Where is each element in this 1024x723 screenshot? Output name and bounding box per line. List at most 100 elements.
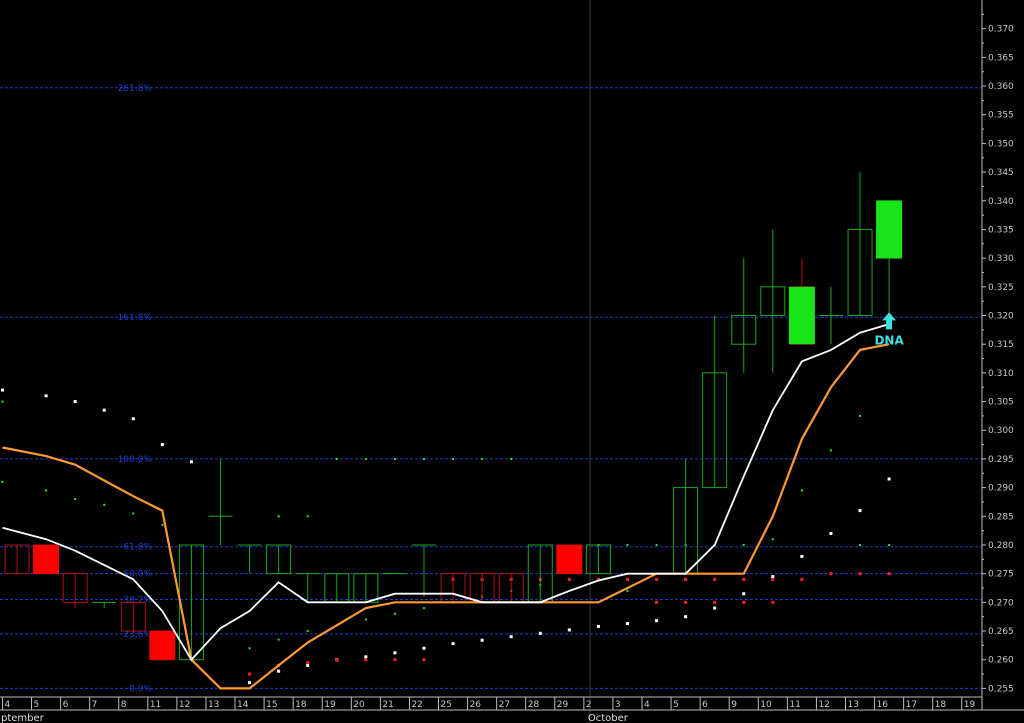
dot-white [160,443,164,447]
y-tick-label: 0.345 [988,168,1014,178]
dot-white [306,663,310,667]
x-tick-label: 21 [382,700,393,710]
x-tick-label: 26 [470,700,482,710]
dot-white [567,628,571,632]
y-tick-label: 0.365 [988,53,1014,63]
dot-white [596,624,600,628]
x-tick-label: 12 [818,700,829,710]
candle-highlight [876,200,903,259]
dot-red [393,658,397,662]
dot-red [306,661,310,665]
dot-green [335,457,338,460]
dot-red [364,658,368,662]
dot-green [1,480,4,483]
y-tick-label: 0.340 [988,197,1014,207]
dot-green [742,543,745,546]
fib-label: 100.0% [118,455,153,465]
dot-red [742,577,746,581]
dot-red [335,658,339,662]
dot-green [481,457,484,460]
candle-highlight [556,544,583,574]
y-tick-label: 0.320 [988,312,1014,322]
x-tick-label: 5 [673,700,679,710]
fib-label: 261.8% [118,84,153,94]
chart-background [0,0,1024,723]
dot-green [393,457,396,460]
dot-green [277,515,280,518]
x-tick-label: 8 [121,700,127,710]
dot-green [74,498,77,501]
x-tick-label: 12 [179,700,190,710]
dot-red [800,577,804,581]
x-tick-label: 4 [4,700,10,710]
y-tick-label: 0.255 [988,684,1014,694]
dot-white [189,460,193,464]
dot-green [364,457,367,460]
dna-label: DNA [874,333,904,347]
dot-red [422,658,426,662]
dot-red [829,572,833,576]
y-tick-label: 0.370 [988,25,1014,35]
candle-highlight [788,286,815,345]
x-tick-label: 5 [34,700,40,710]
x-tick-label: 3 [615,700,621,710]
candle-highlight [149,631,176,660]
dot-white [131,417,135,421]
dot-red [771,577,775,581]
dot-white [364,655,368,659]
dot-green [132,512,135,515]
dot-green [306,630,309,633]
dot-white [509,635,513,639]
y-tick-label: 0.330 [988,254,1014,264]
dot-white [887,477,891,481]
dot-green [248,647,251,650]
y-tick-label: 0.285 [988,512,1014,522]
y-tick-label: 0.290 [988,484,1014,494]
dot-green [103,503,106,506]
x-tick-label: 20 [353,700,365,710]
y-tick-label: 0.350 [988,139,1014,149]
x-tick-label: 18 [935,700,947,710]
dot-green [859,414,862,417]
fib-label: 61.8% [123,543,152,553]
x-tick-label: 11 [789,700,800,710]
y-tick-label: 0.355 [988,111,1014,121]
dot-red [887,572,891,576]
x-tick-label: 29 [557,700,569,710]
dot-green [626,543,629,546]
x-tick-label: 13 [208,700,219,710]
dot-white [277,669,281,673]
y-tick-label: 0.275 [988,570,1014,580]
dot-white [625,622,629,626]
dot-white [0,388,4,392]
x-tick-label: 27 [499,700,510,710]
dot-green [829,449,832,452]
dot-green [771,538,774,541]
dot-red [655,600,659,604]
dot-green [45,489,48,492]
dot-red [655,577,659,581]
x-tick-label: 19 [324,700,336,710]
x-tick-label: 2 [586,700,592,710]
x-tick-label: 4 [644,700,650,710]
price-chart: 0.0%23.6%38.2%50.0%61.8%100.0%161.8%261.… [0,0,1024,723]
y-tick-label: 0.310 [988,369,1014,379]
dot-green [277,638,280,641]
dot-white [829,532,833,536]
dot-red [771,600,775,604]
dot-red [858,572,862,576]
x-tick-label: 15 [266,700,277,710]
y-tick-label: 0.280 [988,541,1014,551]
dot-white [102,408,106,412]
y-tick-label: 0.270 [988,598,1014,608]
dot-white [480,638,484,642]
dot-white [44,394,48,398]
dot-red [713,600,717,604]
dot-white [73,400,77,404]
month-label: October [588,713,629,723]
dot-red [625,577,629,581]
dot-green [161,523,164,526]
y-tick-label: 0.295 [988,455,1014,465]
dot-white [422,646,426,650]
dot-white [655,619,659,623]
